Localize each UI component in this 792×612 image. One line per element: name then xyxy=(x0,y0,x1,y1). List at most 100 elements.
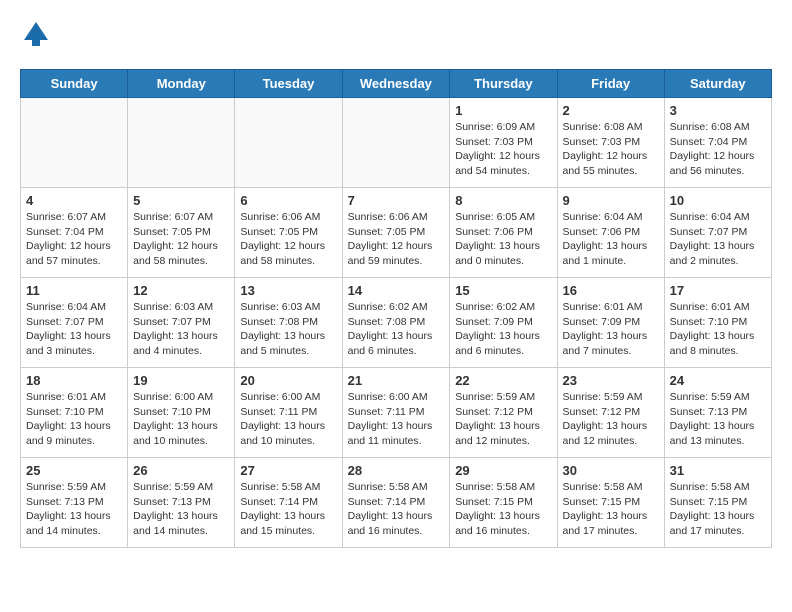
calendar-cell: 18 Sunrise: 6:01 AMSunset: 7:10 PMDayligh… xyxy=(21,368,128,458)
day-info: Sunrise: 6:08 AMSunset: 7:03 PMDaylight:… xyxy=(563,120,659,179)
weekday-header-sunday: Sunday xyxy=(21,70,128,98)
day-info: Sunrise: 6:01 AMSunset: 7:10 PMDaylight:… xyxy=(670,300,766,359)
calendar-cell xyxy=(342,98,450,188)
day-number: 6 xyxy=(240,193,336,208)
week-row-5: 25 Sunrise: 5:59 AMSunset: 7:13 PMDayligh… xyxy=(21,458,772,548)
calendar-cell: 22 Sunrise: 5:59 AMSunset: 7:12 PMDayligh… xyxy=(450,368,557,458)
day-info: Sunrise: 6:01 AMSunset: 7:10 PMDaylight:… xyxy=(26,390,122,449)
day-info: Sunrise: 6:08 AMSunset: 7:04 PMDaylight:… xyxy=(670,120,766,179)
day-info: Sunrise: 5:59 AMSunset: 7:13 PMDaylight:… xyxy=(133,480,229,539)
calendar-cell: 21 Sunrise: 6:00 AMSunset: 7:11 PMDayligh… xyxy=(342,368,450,458)
day-info: Sunrise: 6:04 AMSunset: 7:07 PMDaylight:… xyxy=(26,300,122,359)
calendar-cell: 9 Sunrise: 6:04 AMSunset: 7:06 PMDaylight… xyxy=(557,188,664,278)
weekday-header-tuesday: Tuesday xyxy=(235,70,342,98)
day-info: Sunrise: 5:58 AMSunset: 7:14 PMDaylight:… xyxy=(348,480,445,539)
day-number: 30 xyxy=(563,463,659,478)
weekday-header-row: SundayMondayTuesdayWednesdayThursdayFrid… xyxy=(21,70,772,98)
day-number: 22 xyxy=(455,373,551,388)
logo-text xyxy=(20,20,50,53)
day-number: 2 xyxy=(563,103,659,118)
day-number: 8 xyxy=(455,193,551,208)
day-info: Sunrise: 6:05 AMSunset: 7:06 PMDaylight:… xyxy=(455,210,551,269)
calendar-cell: 5 Sunrise: 6:07 AMSunset: 7:05 PMDaylight… xyxy=(128,188,235,278)
day-info: Sunrise: 5:58 AMSunset: 7:15 PMDaylight:… xyxy=(563,480,659,539)
calendar-cell: 10Sunrise: 6:04 AMSunset: 7:07 PMDayligh… xyxy=(664,188,771,278)
day-number: 14 xyxy=(348,283,445,298)
day-number: 25 xyxy=(26,463,122,478)
day-info: Sunrise: 5:59 AMSunset: 7:13 PMDaylight:… xyxy=(670,390,766,449)
calendar-cell: 12 Sunrise: 6:03 AMSunset: 7:07 PMDayligh… xyxy=(128,278,235,368)
day-number: 29 xyxy=(455,463,551,478)
day-info: Sunrise: 6:02 AMSunset: 7:08 PMDaylight:… xyxy=(348,300,445,359)
day-number: 5 xyxy=(133,193,229,208)
calendar-cell: 26 Sunrise: 5:59 AMSunset: 7:13 PMDayligh… xyxy=(128,458,235,548)
calendar-cell: 27Sunrise: 5:58 AMSunset: 7:14 PMDayligh… xyxy=(235,458,342,548)
day-info: Sunrise: 6:07 AMSunset: 7:05 PMDaylight:… xyxy=(133,210,229,269)
calendar-cell: 14 Sunrise: 6:02 AMSunset: 7:08 PMDayligh… xyxy=(342,278,450,368)
calendar-cell: 29 Sunrise: 5:58 AMSunset: 7:15 PMDayligh… xyxy=(450,458,557,548)
logo-icon xyxy=(22,20,50,48)
day-number: 27 xyxy=(240,463,336,478)
calendar-cell: 31 Sunrise: 5:58 AMSunset: 7:15 PMDayligh… xyxy=(664,458,771,548)
calendar-cell: 1 Sunrise: 6:09 AMSunset: 7:03 PMDaylight… xyxy=(450,98,557,188)
day-number: 31 xyxy=(670,463,766,478)
calendar: SundayMondayTuesdayWednesdayThursdayFrid… xyxy=(20,69,772,548)
calendar-cell xyxy=(235,98,342,188)
day-number: 26 xyxy=(133,463,229,478)
day-number: 7 xyxy=(348,193,445,208)
calendar-cell: 16Sunrise: 6:01 AMSunset: 7:09 PMDayligh… xyxy=(557,278,664,368)
day-number: 24 xyxy=(670,373,766,388)
day-info: Sunrise: 5:59 AMSunset: 7:13 PMDaylight:… xyxy=(26,480,122,539)
day-number: 18 xyxy=(26,373,122,388)
calendar-cell: 23 Sunrise: 5:59 AMSunset: 7:12 PMDayligh… xyxy=(557,368,664,458)
day-info: Sunrise: 6:00 AMSunset: 7:11 PMDaylight:… xyxy=(240,390,336,449)
week-row-3: 11Sunrise: 6:04 AMSunset: 7:07 PMDayligh… xyxy=(21,278,772,368)
day-number: 17 xyxy=(670,283,766,298)
day-info: Sunrise: 5:59 AMSunset: 7:12 PMDaylight:… xyxy=(455,390,551,449)
day-info: Sunrise: 5:59 AMSunset: 7:12 PMDaylight:… xyxy=(563,390,659,449)
day-number: 4 xyxy=(26,193,122,208)
day-number: 12 xyxy=(133,283,229,298)
calendar-cell: 11Sunrise: 6:04 AMSunset: 7:07 PMDayligh… xyxy=(21,278,128,368)
weekday-header-friday: Friday xyxy=(557,70,664,98)
calendar-cell: 4Sunrise: 6:07 AMSunset: 7:04 PMDaylight… xyxy=(21,188,128,278)
calendar-cell: 6 Sunrise: 6:06 AMSunset: 7:05 PMDaylight… xyxy=(235,188,342,278)
day-number: 28 xyxy=(348,463,445,478)
day-info: Sunrise: 6:06 AMSunset: 7:05 PMDaylight:… xyxy=(348,210,445,269)
day-info: Sunrise: 5:58 AMSunset: 7:15 PMDaylight:… xyxy=(455,480,551,539)
page-header xyxy=(20,20,772,53)
calendar-cell: 3 Sunrise: 6:08 AMSunset: 7:04 PMDaylight… xyxy=(664,98,771,188)
day-info: Sunrise: 6:09 AMSunset: 7:03 PMDaylight:… xyxy=(455,120,551,179)
day-number: 13 xyxy=(240,283,336,298)
day-info: Sunrise: 6:03 AMSunset: 7:08 PMDaylight:… xyxy=(240,300,336,359)
week-row-2: 4Sunrise: 6:07 AMSunset: 7:04 PMDaylight… xyxy=(21,188,772,278)
day-info: Sunrise: 6:00 AMSunset: 7:11 PMDaylight:… xyxy=(348,390,445,449)
calendar-cell xyxy=(128,98,235,188)
weekday-header-saturday: Saturday xyxy=(664,70,771,98)
day-info: Sunrise: 6:03 AMSunset: 7:07 PMDaylight:… xyxy=(133,300,229,359)
calendar-cell: 7 Sunrise: 6:06 AMSunset: 7:05 PMDaylight… xyxy=(342,188,450,278)
day-number: 3 xyxy=(670,103,766,118)
calendar-cell: 2 Sunrise: 6:08 AMSunset: 7:03 PMDaylight… xyxy=(557,98,664,188)
calendar-cell: 24 Sunrise: 5:59 AMSunset: 7:13 PMDayligh… xyxy=(664,368,771,458)
calendar-cell: 20 Sunrise: 6:00 AMSunset: 7:11 PMDayligh… xyxy=(235,368,342,458)
calendar-cell: 17 Sunrise: 6:01 AMSunset: 7:10 PMDayligh… xyxy=(664,278,771,368)
day-info: Sunrise: 6:01 AMSunset: 7:09 PMDaylight:… xyxy=(563,300,659,359)
day-info: Sunrise: 6:06 AMSunset: 7:05 PMDaylight:… xyxy=(240,210,336,269)
day-number: 15 xyxy=(455,283,551,298)
day-info: Sunrise: 6:04 AMSunset: 7:06 PMDaylight:… xyxy=(563,210,659,269)
day-number: 10 xyxy=(670,193,766,208)
calendar-cell: 28 Sunrise: 5:58 AMSunset: 7:14 PMDayligh… xyxy=(342,458,450,548)
logo xyxy=(20,20,50,53)
day-number: 19 xyxy=(133,373,229,388)
weekday-header-wednesday: Wednesday xyxy=(342,70,450,98)
day-number: 23 xyxy=(563,373,659,388)
day-info: Sunrise: 5:58 AMSunset: 7:15 PMDaylight:… xyxy=(670,480,766,539)
week-row-4: 18 Sunrise: 6:01 AMSunset: 7:10 PMDayligh… xyxy=(21,368,772,458)
day-number: 9 xyxy=(563,193,659,208)
day-number: 20 xyxy=(240,373,336,388)
day-number: 1 xyxy=(455,103,551,118)
calendar-cell: 15Sunrise: 6:02 AMSunset: 7:09 PMDayligh… xyxy=(450,278,557,368)
day-number: 21 xyxy=(348,373,445,388)
day-info: Sunrise: 6:00 AMSunset: 7:10 PMDaylight:… xyxy=(133,390,229,449)
